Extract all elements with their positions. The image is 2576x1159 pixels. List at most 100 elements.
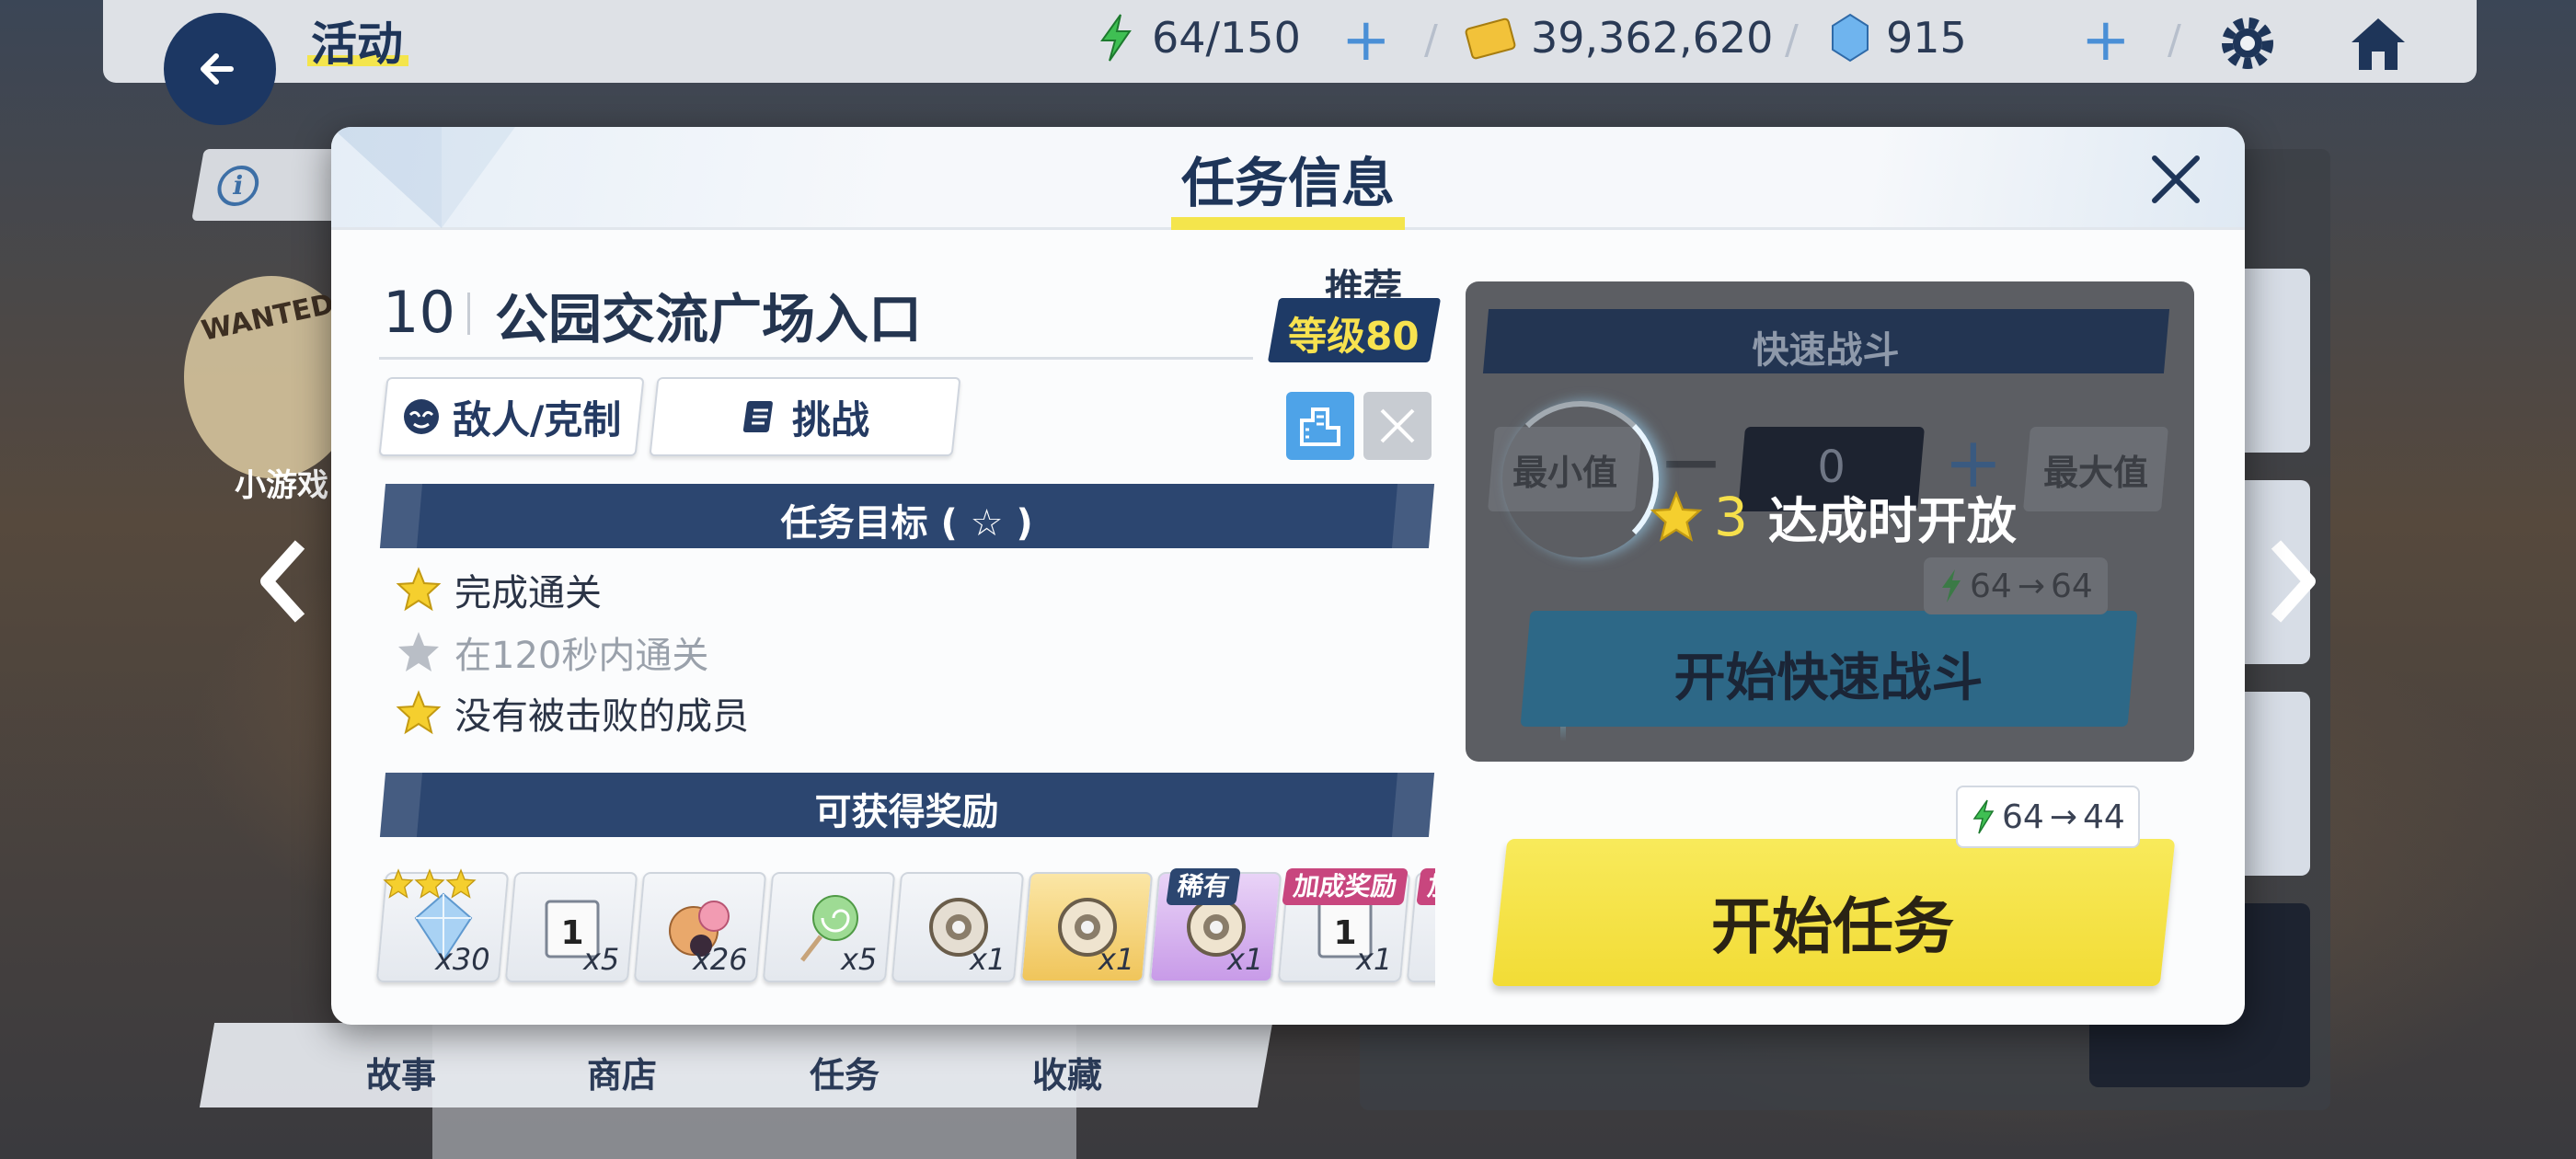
goal-text: 完成通关 [454,572,602,614]
lightning-icon [1942,569,1961,602]
unlock-star-count: 3 [1714,485,1748,548]
add-gems-button[interactable]: + [2081,11,2131,70]
unlock-ring-effect [1502,401,1659,557]
mission-goals-header: 任务目标 ( ☆ ) [379,484,1435,548]
reward-item[interactable]: x1 [1019,872,1154,982]
home-icon[interactable] [2346,11,2410,75]
back-button[interactable] [164,13,276,125]
reward-item[interactable]: x5 [762,872,896,982]
start-quick-battle-button[interactable]: 开始快速战斗 [1520,611,2138,727]
tab-missions[interactable]: 任务 [810,1047,880,1097]
gear-icon[interactable] [2215,11,2280,75]
rewards-header-label: 可获得奖励 [814,791,999,833]
unlock-condition: 3 达成时开放 [1650,480,2017,553]
star-filled-icon [445,868,477,899]
credits-value: 39,362,620 [1531,13,1774,63]
rewards-list: x30 1 x5 x26 x5 x1 x1 x1 稀有 1 x1 加成奖励 加 [372,868,1435,988]
star-filled-icon [383,868,414,899]
clipboard-icon [742,401,773,432]
gems-value: 915 [1886,13,1967,63]
unlock-text: 达成时开放 [1767,492,2017,550]
rewards-header: 可获得奖励 [379,773,1435,837]
quick-battle-header: 快速战斗 [1482,309,2170,373]
disabled-x-button[interactable] [1363,392,1432,460]
info-bar[interactable]: i [191,149,351,221]
lightning-icon [1972,799,1995,834]
divider: / [1785,17,1799,63]
close-icon [1380,408,1415,443]
page-title: 活动 [311,17,403,71]
prev-stage-arrow-icon[interactable] [250,535,316,627]
start-mission-label: 开始任务 [1710,891,1954,962]
minigame-label: 小游戏 [235,467,328,504]
reward-count: x1 [1226,942,1263,977]
reward-count: x1 [969,942,1006,977]
reward-count: x1 [1098,942,1134,977]
reward-count: x26 [693,942,748,977]
svg-text:1: 1 [560,914,583,952]
title-underline [1171,217,1405,230]
arrow-right-icon: → [2017,567,2045,605]
back-arrow-icon [201,53,234,85]
divider [379,357,1253,360]
close-icon[interactable] [2145,149,2206,210]
divider: / [2168,17,2181,63]
start-mission-button[interactable]: 开始任务 [1491,839,2176,986]
cost-to: 44 [2082,798,2125,836]
challenge-label: 挑战 [791,396,869,442]
ap-counter: 64/150 [1095,13,1301,63]
mission-info-dialog: 任务信息 10 公园交流广场入口 推荐 等级80 敌人/克制 挑战 任务目标 (… [331,127,2245,1025]
stage-name: 公园交流广场入口 [495,288,923,350]
reward-item[interactable]: x26 [633,872,767,982]
enemy-counter-button[interactable]: 敌人/克制 [378,377,645,456]
goals-header-label: 任务目标 ( ☆ ) [780,502,1033,545]
max-button[interactable]: 最大值 [2022,427,2169,511]
rare-tag: 稀有 [1166,868,1241,905]
credit-card-icon [1465,17,1516,60]
tab-collection[interactable]: 收藏 [1032,1047,1102,1097]
city-view-button[interactable] [1286,392,1354,460]
bonus-reward-tag: 加成奖励 [1282,868,1409,905]
reward-count: x5 [582,942,619,977]
credits-counter: 39,362,620 [1465,13,1773,63]
reward-stars [383,868,477,900]
goal-text: 没有被击败的成员 [454,695,749,738]
cost-from: 64 [1970,567,2012,605]
tab-story[interactable]: 故事 [366,1047,436,1097]
reward-item[interactable]: 1 x5 [504,872,638,982]
dialog-title: 任务信息 [1180,152,1395,214]
enemy-counter-label: 敌人/克制 [453,396,622,442]
quick-start-label: 开始快速战斗 [1673,648,1984,708]
quick-ap-cost: 64 → 64 [1924,557,2108,614]
enemy-mask-icon [404,399,440,434]
cost-from: 64 [2002,798,2044,836]
divider [467,293,470,335]
mission-ap-cost: 64 → 44 [1956,786,2140,848]
reward-item[interactable]: x1 [891,872,1025,982]
next-stage-arrow-icon[interactable] [2260,535,2326,627]
bottom-tab-bar [199,1023,1273,1107]
recommend-level: 等级80 [1288,314,1420,359]
gem-icon [1832,13,1869,63]
recommend-level-badge: 等级80 [1267,298,1442,362]
svg-text:1: 1 [1333,914,1356,952]
lightning-icon [1100,14,1132,62]
info-icon: i [213,166,262,206]
cost-to: 64 [2050,567,2093,605]
add-ap-button[interactable]: + [1341,11,1391,70]
star-filled-icon [396,567,442,612]
goal-item: 完成通关 [396,563,602,616]
dialog-header: 任务信息 [331,127,2245,230]
tab-shop[interactable]: 商店 [587,1047,657,1097]
gems-counter: 915 [1829,13,1967,63]
arrow-right-icon: → [2049,798,2077,836]
reward-count: x5 [840,942,877,977]
challenge-button[interactable]: 挑战 [649,377,961,456]
goal-item: 在120秒内通关 [396,625,708,679]
wanted-text: WANTED [198,288,337,348]
ap-value: 64/150 [1152,13,1301,63]
star-filled-icon [414,868,445,899]
building-icon [1300,407,1340,446]
reward-count: x30 [435,942,490,977]
star-empty-icon [398,632,439,671]
